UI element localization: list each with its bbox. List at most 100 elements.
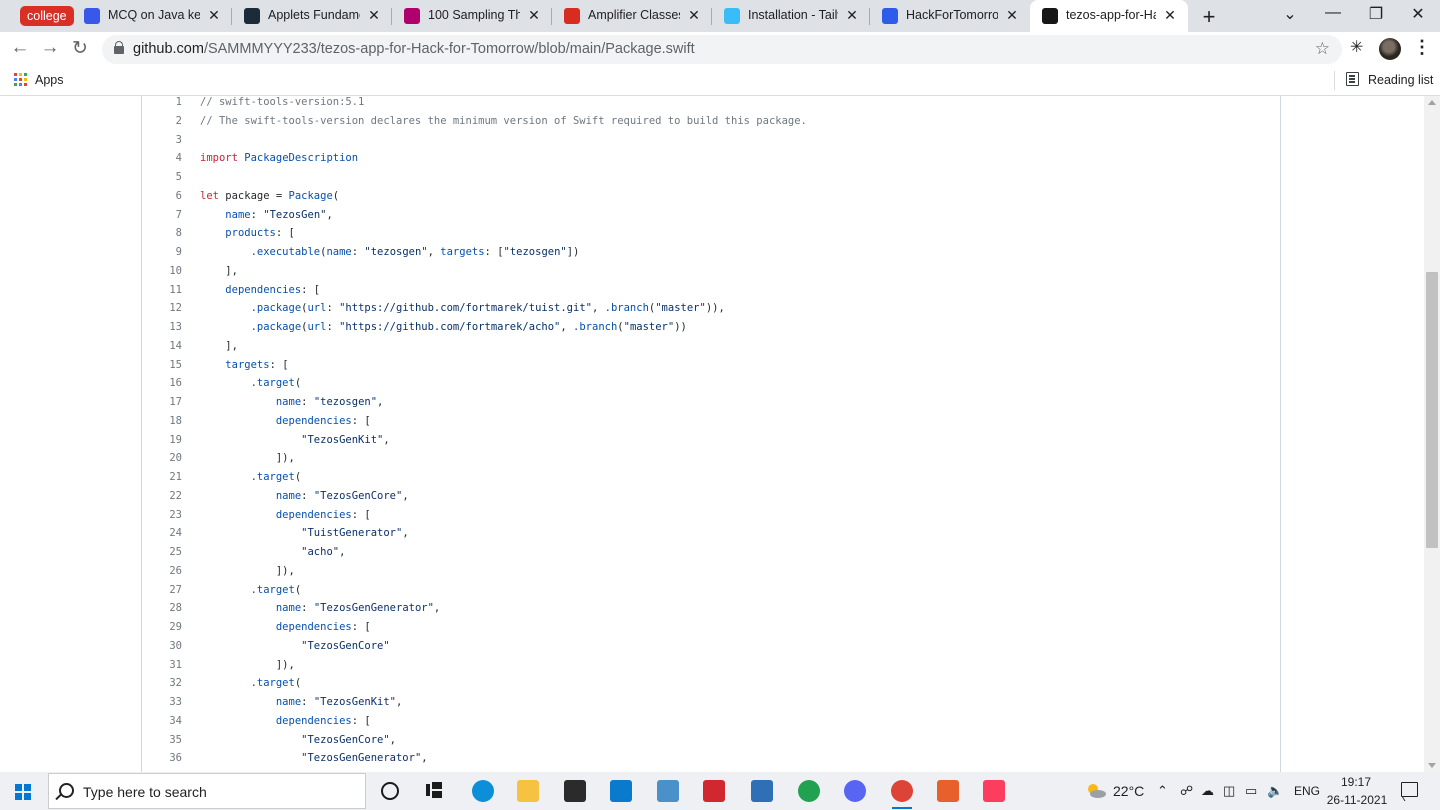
weather-sun-icon[interactable]	[1085, 780, 1106, 800]
line-number[interactable]: 27	[142, 581, 182, 600]
page-scrollbar[interactable]	[1424, 96, 1440, 772]
photos-app-icon[interactable]	[750, 779, 774, 803]
line-number[interactable]: 14	[142, 337, 182, 356]
reload-icon[interactable]: ↻	[68, 37, 92, 60]
task-view-icon[interactable]	[426, 782, 442, 798]
line-number[interactable]: 36	[142, 749, 182, 768]
profile-avatar[interactable]	[1379, 38, 1401, 60]
apps-bookmark[interactable]: Apps	[35, 73, 64, 87]
chrome-icon[interactable]	[890, 779, 914, 809]
line-number[interactable]: 30	[142, 637, 182, 656]
browser-tab[interactable]: tezos-app-for-Hack ✕	[1030, 0, 1188, 32]
line-number[interactable]: 28	[142, 599, 182, 618]
line-number[interactable]: 3	[142, 131, 182, 150]
browser-tab[interactable]: 100 Sampling Theor ✕	[392, 0, 552, 32]
line-number[interactable]: 26	[142, 562, 182, 581]
scrollbar-thumb[interactable]	[1426, 272, 1438, 548]
tab-search-icon[interactable]: ⌄	[1270, 4, 1310, 24]
line-number[interactable]: 20	[142, 449, 182, 468]
lock-icon[interactable]	[114, 41, 124, 54]
notepad-app-icon[interactable]	[656, 779, 680, 803]
apps-grid-icon[interactable]	[14, 73, 27, 86]
tray-app-icon[interactable]: ☍	[1180, 783, 1193, 799]
cortana-icon[interactable]	[381, 782, 399, 800]
bookmark-star-icon[interactable]: ☆	[1315, 39, 1330, 59]
reading-list-button[interactable]: Reading list	[1368, 73, 1433, 87]
line-number[interactable]: 15	[142, 356, 182, 375]
speaker-icon[interactable]: 🔈	[1267, 783, 1283, 799]
media-app-icon[interactable]	[563, 779, 587, 803]
line-number[interactable]: 21	[142, 468, 182, 487]
tab-close-icon[interactable]: ✕	[206, 7, 222, 24]
show-hidden-icons-icon[interactable]: ⌃	[1157, 783, 1168, 799]
line-number[interactable]: 11	[142, 281, 182, 300]
tab-close-icon[interactable]: ✕	[366, 7, 382, 24]
line-number[interactable]: 34	[142, 712, 182, 731]
line-number[interactable]: 2	[142, 112, 182, 131]
restore-button[interactable]: ❐	[1356, 4, 1396, 24]
line-number[interactable]: 35	[142, 731, 182, 750]
input-language[interactable]: ENG	[1294, 784, 1320, 798]
line-number[interactable]: 4	[142, 149, 182, 168]
line-number[interactable]: 6	[142, 187, 182, 206]
browser-tab[interactable]: Installation - Tailwin ✕	[712, 0, 870, 32]
discord-icon[interactable]	[843, 779, 867, 803]
browser-tab[interactable]: Amplifier Classes: A ✕	[552, 0, 712, 32]
back-icon[interactable]: ←	[8, 37, 32, 59]
line-number[interactable]: 18	[142, 412, 182, 431]
weather-temperature[interactable]: 22°C	[1113, 783, 1144, 799]
sublime-app-icon[interactable]	[936, 779, 960, 803]
vscode-icon[interactable]	[609, 779, 633, 803]
script-app-icon[interactable]	[702, 779, 726, 803]
extensions-puzzle-icon[interactable]: ✳	[1350, 37, 1363, 57]
scroll-up-arrow-icon[interactable]	[1428, 100, 1436, 105]
battery-icon[interactable]: ▭	[1245, 783, 1257, 799]
line-number[interactable]: 8	[142, 224, 182, 243]
line-number[interactable]: 24	[142, 524, 182, 543]
line-number[interactable]: 16	[142, 374, 182, 393]
line-number[interactable]: 5	[142, 168, 182, 187]
line-number[interactable]: 33	[142, 693, 182, 712]
display-icon[interactable]: ◫	[1223, 783, 1235, 799]
notification-icon[interactable]	[1401, 782, 1418, 797]
tab-close-icon[interactable]: ✕	[686, 7, 702, 24]
tab-close-icon[interactable]: ✕	[526, 7, 542, 24]
reading-list-icon[interactable]	[1346, 72, 1359, 86]
green-circle-app-icon[interactable]	[797, 779, 821, 803]
browser-tab[interactable]: Applets Fundament ✕	[232, 0, 392, 32]
browser-tab[interactable]: HackForTomorrow: ✕	[870, 0, 1030, 32]
line-number[interactable]: 23	[142, 506, 182, 525]
line-number[interactable]: 7	[142, 206, 182, 225]
line-number[interactable]: 1	[142, 96, 182, 112]
line-number[interactable]: 19	[142, 431, 182, 450]
new-tab-button[interactable]: +	[1198, 4, 1220, 30]
tab-group-label[interactable]: college	[20, 6, 74, 26]
line-number[interactable]: 31	[142, 656, 182, 675]
windows-start-icon[interactable]	[15, 784, 31, 800]
line-number[interactable]: 22	[142, 487, 182, 506]
intellij-icon[interactable]	[982, 779, 1006, 803]
line-number[interactable]: 17	[142, 393, 182, 412]
taskbar-search-input[interactable]: Type here to search	[48, 773, 366, 809]
tab-close-icon[interactable]: ✕	[1162, 7, 1178, 24]
line-number[interactable]: 9	[142, 243, 182, 262]
kebab-menu-icon[interactable]: ⋮	[1413, 37, 1431, 58]
url-text[interactable]: github.com/SAMMMYYY233/tezos-app-for-Hac…	[133, 41, 695, 57]
forward-icon[interactable]: →	[38, 37, 62, 59]
line-number[interactable]: 32	[142, 674, 182, 693]
scroll-down-arrow-icon[interactable]	[1428, 763, 1436, 768]
address-bar[interactable]: github.com/SAMMMYYY233/tezos-app-for-Hac…	[102, 35, 1342, 64]
line-number[interactable]: 29	[142, 618, 182, 637]
line-number[interactable]: 10	[142, 262, 182, 281]
tab-close-icon[interactable]: ✕	[1004, 7, 1020, 24]
close-window-button[interactable]: ✕	[1398, 4, 1438, 24]
clock-date[interactable]: 26-11-2021	[1322, 793, 1392, 807]
browser-tab[interactable]: MCQ on Java keywo ✕	[72, 0, 232, 32]
file-explorer-icon[interactable]	[516, 779, 540, 803]
minimize-button[interactable]: —	[1313, 4, 1353, 22]
tab-close-icon[interactable]: ✕	[844, 7, 860, 24]
clock-time[interactable]: 19:17	[1326, 775, 1386, 789]
edge-icon[interactable]	[471, 779, 495, 803]
line-number[interactable]: 13	[142, 318, 182, 337]
line-number[interactable]: 25	[142, 543, 182, 562]
